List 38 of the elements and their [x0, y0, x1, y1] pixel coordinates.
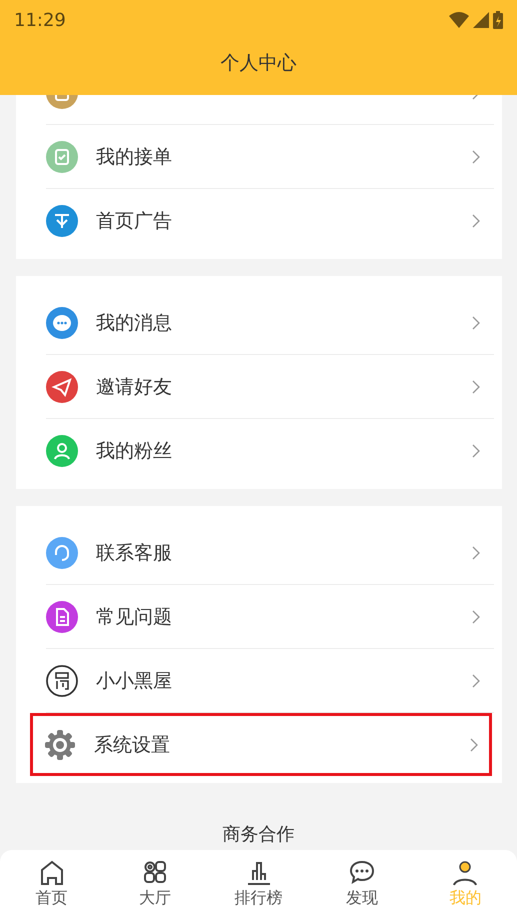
menu-label: 我的消息 [96, 310, 173, 336]
menu-row[interactable]: 常见问题 [46, 585, 494, 649]
chat-bubble-icon [348, 858, 376, 886]
tab-item[interactable]: 排行榜 [206, 850, 310, 917]
menu-row[interactable]: 我的接单 [46, 125, 494, 189]
menu-label: 系统设置 [94, 732, 171, 758]
page-title: 个人中心 [220, 50, 298, 76]
menu-label: 我的粉丝 [96, 438, 173, 464]
menu-row[interactable]: 首页广告 [46, 189, 494, 252]
chevron-icon [472, 674, 480, 688]
menu-label: 首页广告 [96, 208, 173, 234]
chevron-icon [472, 214, 480, 228]
chevron-icon [472, 150, 480, 164]
battery-icon [493, 11, 503, 29]
menu-label: 小小黑屋 [96, 668, 173, 694]
menu-label: 联系客服 [96, 540, 173, 566]
menu-label: 我的接单 [96, 144, 173, 170]
tab-item[interactable]: 首页 [0, 850, 104, 917]
wifi-icon [449, 12, 469, 28]
chevron-icon [472, 610, 480, 624]
chevron-icon [470, 738, 478, 752]
menu-row[interactable]: 邀请好友 [46, 355, 494, 419]
chevron-icon [472, 380, 480, 394]
menu-row[interactable]: 系统设置 [30, 713, 492, 776]
status-time: 11:29 [14, 10, 66, 30]
business-link[interactable]: 商务合作 [222, 822, 294, 846]
signal-icon [473, 12, 489, 28]
menu-label: 邀请好友 [96, 374, 173, 400]
menu-row[interactable]: 小小黑屋 [46, 649, 494, 713]
tab-item[interactable]: 发现 [310, 850, 414, 917]
menu-label: 常见问题 [96, 604, 173, 630]
chevron-icon [472, 444, 480, 458]
chevron-icon [472, 546, 480, 560]
chevron-icon [472, 316, 480, 330]
menu-row[interactable]: 我的消息 [46, 291, 494, 355]
tab-item[interactable]: 大厅 [103, 850, 207, 917]
menu-row[interactable]: 联系客服 [46, 521, 494, 585]
menu-row[interactable]: 我的粉丝 [46, 419, 494, 482]
